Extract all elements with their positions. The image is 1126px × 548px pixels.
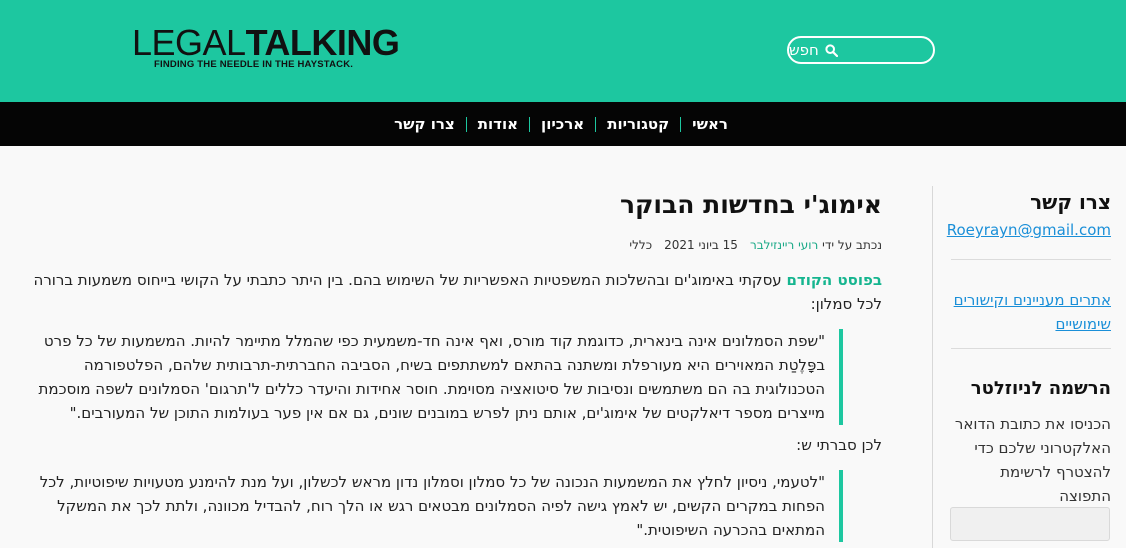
site-header: LEGALTALKING FINDING THE NEEDLE IN THE H… (0, 0, 1126, 102)
post-meta: נכתב על ידי רועי ריינזילבר 15 ביוני 2021… (629, 238, 882, 252)
post-author-link[interactable]: רועי ריינזילבר (750, 238, 818, 252)
byline-prefix: נכתב על ידי (822, 238, 882, 252)
blockquote-1: "שפת הסמלונים אינה בינארית, כדוגמת קוד מ… (10, 329, 843, 425)
nav-item-categories[interactable]: קטגוריות (597, 115, 679, 133)
newsletter-email-input[interactable] (950, 507, 1110, 541)
search-label: חפש (789, 41, 819, 59)
post-area: אימוג'י בחדשות הבוקר נכתב על ידי רועי רי… (0, 146, 892, 548)
sidebar-divider-1 (951, 259, 1111, 260)
post-paragraph-2: לכן סברתי ש: (796, 436, 882, 454)
nav-item-archive[interactable]: ארכיון (531, 115, 594, 133)
nav-separator (680, 116, 682, 132)
useful-links-link[interactable]: אתרים מעניינים וקישורים שימושיים (941, 288, 1111, 336)
nav-item-about[interactable]: אודות (468, 115, 528, 133)
logo-wordmark: LEGALTALKING (132, 22, 400, 63)
blockquote-2: "לטעמי, ניסיון לחלץ את המשמעות הנכונה של… (10, 470, 843, 542)
post-intro: בפוסט הקודם עסקתי באימוג'ים ובהשלכות המש… (10, 268, 882, 316)
post-date: 15 ביוני 2021 (664, 238, 738, 252)
logo-tagline: FINDING THE NEEDLE IN THE HAYSTACK. (154, 59, 354, 70)
sidebar-divider (932, 186, 933, 548)
sidebar-divider-2 (951, 348, 1111, 349)
previous-post-link[interactable]: בפוסט הקודם (786, 271, 882, 289)
post-category[interactable]: כללי (629, 238, 652, 252)
nav-separator (595, 116, 597, 132)
post-title: אימוג'י בחדשות הבוקר (619, 190, 882, 219)
post-content: בפוסט הקודם עסקתי באימוג'ים ובהשלכות המש… (10, 268, 882, 542)
newsletter-title: הרשמה לניוזלטר (970, 378, 1111, 399)
sidebar: צרו קשר Roeyrayn@gmail.com אתרים מענייני… (940, 146, 1126, 548)
main-nav: ראשי קטגוריות ארכיון אודות צרו קשר (0, 102, 1126, 146)
newsletter-description: הכניסו את כתובת הדואר האלקטרוני שלכם כדי… (954, 415, 1111, 505)
contact-email-link[interactable]: Roeyrayn@gmail.com (947, 221, 1111, 239)
logo-part-legal: LEGAL (132, 22, 246, 63)
nav-item-home[interactable]: ראשי (682, 115, 738, 133)
post-intro-text: עסקתי באימוג'ים ובהשלכות המשפטיות האפשרי… (33, 271, 882, 313)
search-icon (825, 43, 838, 57)
post-byline: נכתב על ידי רועי ריינזילבר (750, 238, 882, 252)
logo-part-talking: TALKING (245, 22, 400, 63)
nav-separator (465, 116, 467, 132)
search-button[interactable]: חפש (787, 36, 935, 64)
site-logo[interactable]: LEGALTALKING FINDING THE NEEDLE IN THE H… (132, 22, 400, 71)
nav-item-contact[interactable]: צרו קשר (384, 115, 465, 133)
sidebar-contact-title: צרו קשר (1030, 190, 1111, 214)
nav-separator (529, 116, 531, 132)
